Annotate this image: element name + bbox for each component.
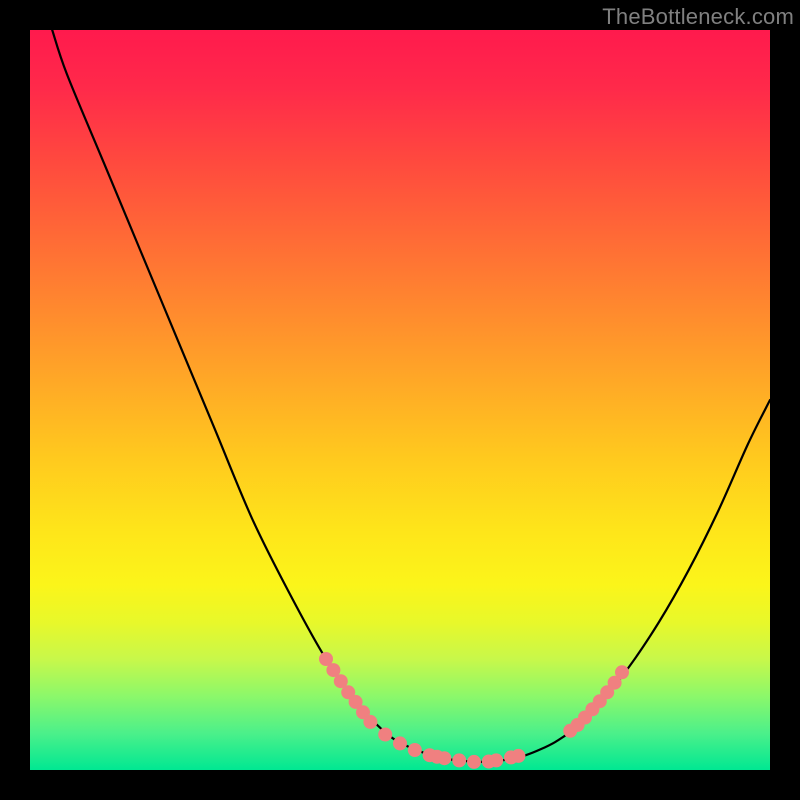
chart-svg — [30, 30, 770, 770]
chart-frame: TheBottleneck.com — [0, 0, 800, 800]
data-marker — [489, 753, 503, 767]
data-marker — [363, 715, 377, 729]
bottleneck-curve — [52, 30, 770, 762]
watermark-text: TheBottleneck.com — [602, 4, 794, 30]
data-marker — [378, 728, 392, 742]
data-marker — [408, 743, 422, 757]
data-marker — [452, 753, 466, 767]
marker-group — [319, 652, 629, 769]
data-marker — [467, 755, 481, 769]
plot-area — [30, 30, 770, 770]
data-marker — [511, 749, 525, 763]
data-marker — [615, 665, 629, 679]
data-marker — [393, 736, 407, 750]
data-marker — [437, 751, 451, 765]
